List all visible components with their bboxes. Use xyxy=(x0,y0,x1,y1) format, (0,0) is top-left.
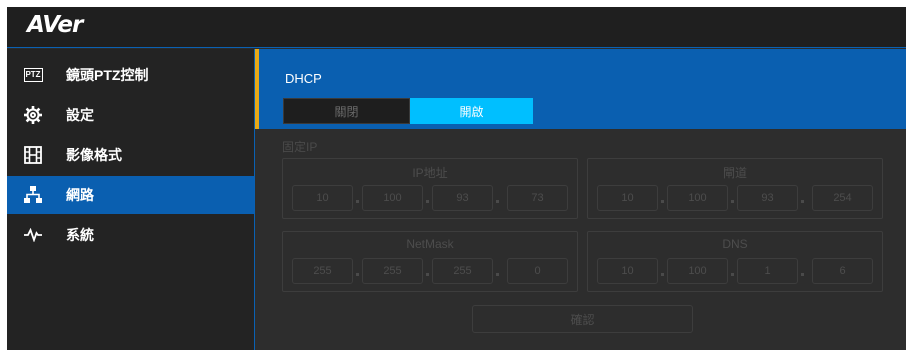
dhcp-on-button[interactable]: 開啟 xyxy=(410,98,533,124)
dhcp-off-button[interactable]: 關閉 xyxy=(283,98,410,124)
octet-separator xyxy=(661,200,664,203)
octet-separator xyxy=(731,273,734,276)
octet-separator xyxy=(426,273,429,276)
octet-separator xyxy=(496,200,499,203)
sidebar-item-label: 網路 xyxy=(66,187,94,203)
network-settings-panel: DHCP 關閉 開啟 固定IP IP地址 10 100 93 73 閘道 10 … xyxy=(255,49,906,350)
sidebar-item-network[interactable]: 網路 xyxy=(7,176,254,214)
ip-octet-2[interactable]: 100 xyxy=(362,185,423,211)
sidebar-item-system[interactable]: 系統 xyxy=(7,216,254,254)
sidebar-item-label: 影像格式 xyxy=(66,147,122,163)
sidebar-item-label: 鏡頭PTZ控制 xyxy=(66,67,149,83)
sidebar: PTZ 鏡頭PTZ控制 設定 影像格式 網路 系統 xyxy=(7,49,254,350)
dns-group: DNS 10 100 1 6 xyxy=(587,231,883,292)
netmask-group: NetMask 255 255 255 0 xyxy=(282,231,578,292)
ip-octet-3[interactable]: 93 xyxy=(432,185,493,211)
ptz-icon: PTZ xyxy=(23,65,43,85)
netmask-title: NetMask xyxy=(406,237,454,251)
gateway-title: 閘道 xyxy=(722,166,747,180)
octet-separator xyxy=(356,273,359,276)
dns-octet-3[interactable]: 1 xyxy=(737,258,798,284)
dhcp-section: DHCP 關閉 開啟 xyxy=(255,49,906,129)
aver-logo: AVer xyxy=(27,12,83,38)
gateway-octet-1[interactable]: 10 xyxy=(597,185,658,211)
dns-octet-1[interactable]: 10 xyxy=(597,258,658,284)
pulse-icon xyxy=(23,225,43,245)
app-window: AVer PTZ 鏡頭PTZ控制 設定 影像格式 網路 系統 DHCP 關閉 開… xyxy=(7,7,906,350)
top-bar: AVer xyxy=(7,7,906,48)
static-ip-label: 固定IP xyxy=(282,140,318,154)
sidebar-item-video-format[interactable]: 影像格式 xyxy=(7,136,254,174)
ip-address-title: IP地址 xyxy=(412,166,448,180)
octet-separator xyxy=(661,273,664,276)
netmask-octet-4[interactable]: 0 xyxy=(507,258,568,284)
netmask-octet-2[interactable]: 255 xyxy=(362,258,423,284)
dhcp-title: DHCP xyxy=(285,71,322,86)
ip-octet-1[interactable]: 10 xyxy=(292,185,353,211)
dns-octet-2[interactable]: 100 xyxy=(667,258,728,284)
ip-octet-4[interactable]: 73 xyxy=(507,185,568,211)
octet-separator xyxy=(801,273,804,276)
sidebar-item-label: 設定 xyxy=(66,107,94,123)
sidebar-item-label: 系統 xyxy=(66,227,94,243)
octet-separator xyxy=(801,200,804,203)
confirm-button[interactable]: 確認 xyxy=(472,305,693,333)
gateway-octet-2[interactable]: 100 xyxy=(667,185,728,211)
gateway-octet-3[interactable]: 93 xyxy=(737,185,798,211)
sidebar-item-settings[interactable]: 設定 xyxy=(7,96,254,134)
gateway-group: 閘道 10 100 93 254 xyxy=(587,158,883,219)
octet-separator xyxy=(356,200,359,203)
ip-address-group: IP地址 10 100 93 73 xyxy=(282,158,578,219)
dns-octet-4[interactable]: 6 xyxy=(812,258,873,284)
film-icon xyxy=(23,145,43,165)
netmask-octet-1[interactable]: 255 xyxy=(292,258,353,284)
sidebar-item-ptz[interactable]: PTZ 鏡頭PTZ控制 xyxy=(7,56,254,94)
dns-title: DNS xyxy=(722,237,748,251)
octet-separator xyxy=(731,200,734,203)
gateway-octet-4[interactable]: 254 xyxy=(812,185,873,211)
netmask-octet-3[interactable]: 255 xyxy=(432,258,493,284)
gear-icon xyxy=(23,105,43,125)
network-icon xyxy=(23,185,43,205)
octet-separator xyxy=(496,273,499,276)
octet-separator xyxy=(426,200,429,203)
